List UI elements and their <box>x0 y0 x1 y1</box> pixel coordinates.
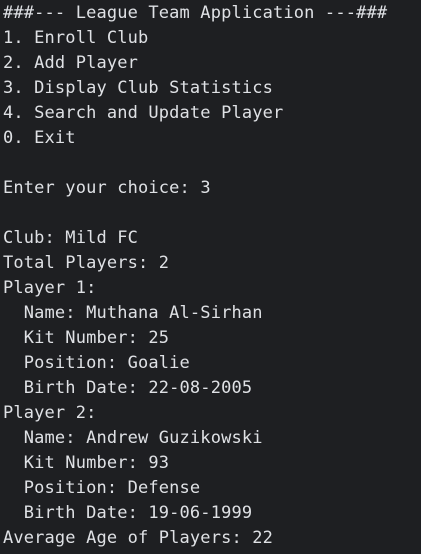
menu-option-add-player: 2. Add Player <box>3 53 139 73</box>
console-output: ###--- League Team Application ---### 1.… <box>0 0 421 554</box>
player-birth-date: Birth Date: 22-08-2005 <box>3 378 253 398</box>
menu-option-exit: 0. Exit <box>3 128 76 148</box>
player-kit-number: Kit Number: 93 <box>3 453 170 473</box>
player-heading: Player 1: <box>3 278 97 298</box>
menu-header: ###--- League Team Application ---### <box>3 3 388 23</box>
menu-option-search-update: 4. Search and Update Player <box>3 103 284 123</box>
choice-prompt-line[interactable]: Enter your choice: 3 <box>3 176 421 201</box>
choice-input[interactable]: 3 <box>200 178 210 198</box>
player-position: Position: Goalie <box>3 353 190 373</box>
player-kit-number: Kit Number: 25 <box>3 328 170 348</box>
player-position: Position: Defense <box>3 478 201 498</box>
menu-option-enroll-club: 1. Enroll Club <box>3 28 149 48</box>
club-name: Club: Mild FC <box>3 228 139 248</box>
player-name: Name: Muthana Al-Sirhan <box>3 303 263 323</box>
choice-prompt: Enter your choice: <box>3 178 201 198</box>
player-birth-date: Birth Date: 19-06-1999 <box>3 503 253 523</box>
player-heading: Player 2: <box>3 403 97 423</box>
player-name: Name: Andrew Guzikowski <box>3 428 263 448</box>
menu-option-display-stats: 3. Display Club Statistics <box>3 78 274 98</box>
total-players: Total Players: 2 <box>3 253 170 273</box>
average-age: Average Age of Players: 22 <box>3 528 274 548</box>
